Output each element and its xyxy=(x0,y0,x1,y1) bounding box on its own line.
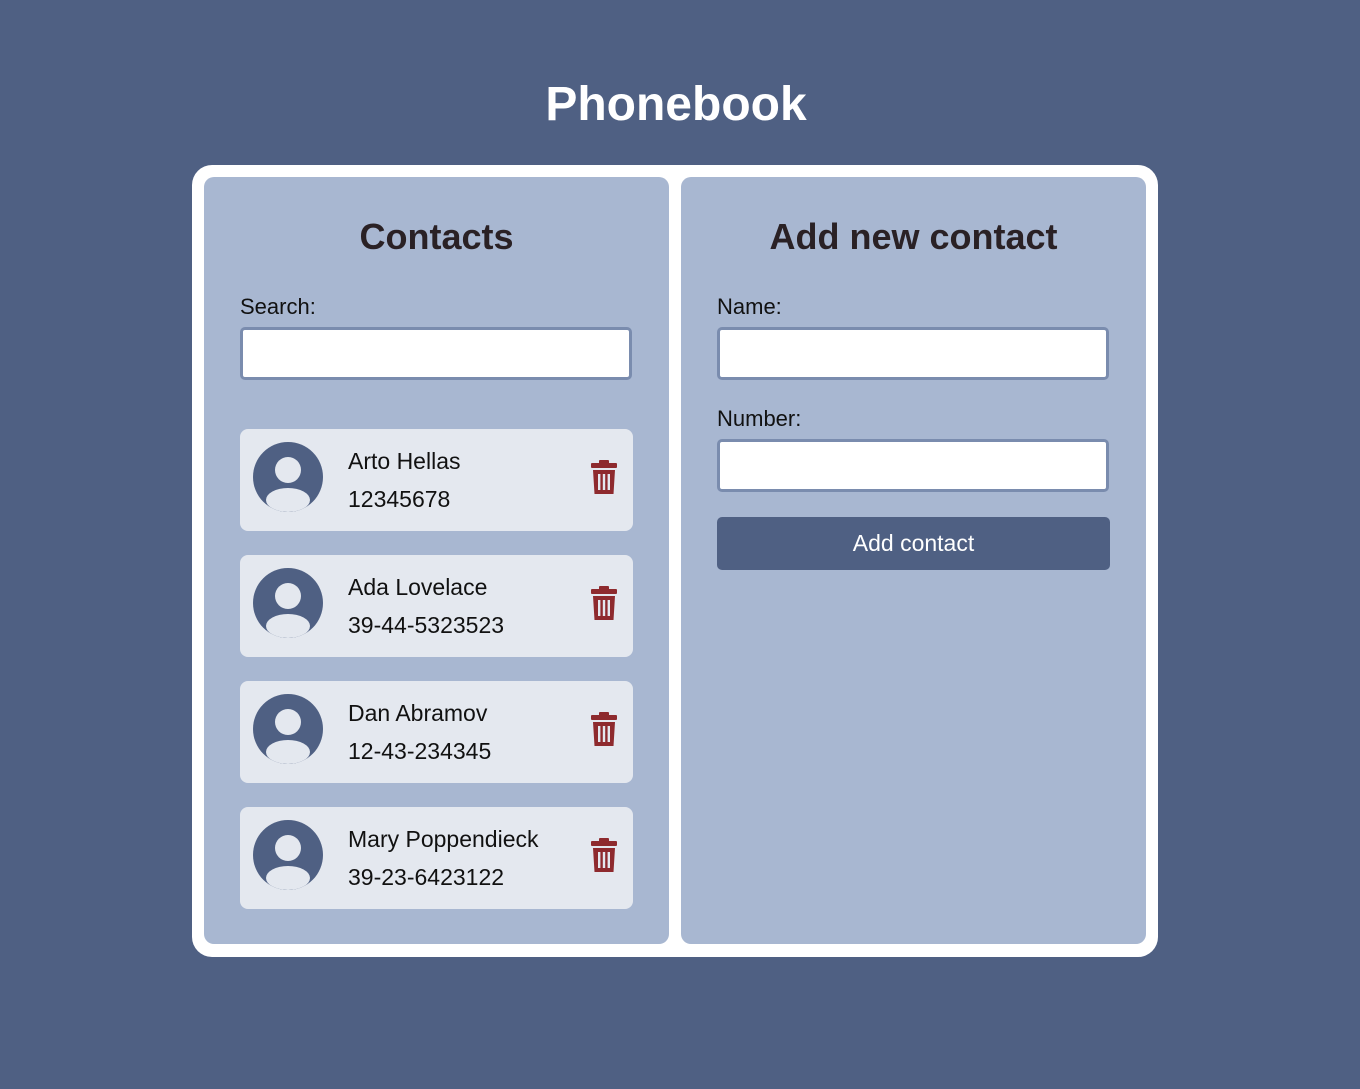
contact-number: 39-44-5323523 xyxy=(348,612,505,638)
add-contact-heading: Add new contact xyxy=(769,216,1058,257)
delete-contact-button[interactable] xyxy=(588,585,620,621)
page-title: Phonebook xyxy=(545,78,807,131)
contact-list: Arto Hellas 12345678 Ada Lovelace 39-44-… xyxy=(240,429,633,933)
trash-icon xyxy=(591,712,617,746)
search-input[interactable] xyxy=(240,327,632,380)
name-label: Name: xyxy=(717,294,782,319)
contact-name: Ada Lovelace xyxy=(348,574,488,600)
name-input[interactable] xyxy=(717,327,1109,380)
trash-icon xyxy=(591,460,617,494)
search-label: Search: xyxy=(240,294,316,319)
delete-contact-button[interactable] xyxy=(588,711,620,747)
user-avatar-icon xyxy=(253,820,323,890)
number-label: Number: xyxy=(717,406,802,431)
trash-icon xyxy=(591,838,617,872)
contacts-panel: Contacts Search: Arto Hellas 12345678 Ad… xyxy=(204,177,669,944)
delete-contact-button[interactable] xyxy=(588,837,620,873)
user-avatar-icon xyxy=(253,694,323,764)
contact-number: 12-43-234345 xyxy=(348,738,492,764)
trash-icon xyxy=(591,586,617,620)
contact-card: Ada Lovelace 39-44-5323523 xyxy=(240,555,633,657)
contacts-heading: Contacts xyxy=(359,216,514,257)
contact-card: Mary Poppendieck 39-23-6423122 xyxy=(240,807,633,909)
contact-name: Arto Hellas xyxy=(348,448,461,474)
contact-name: Mary Poppendieck xyxy=(348,826,539,852)
contact-number: 39-23-6423122 xyxy=(348,864,505,890)
phonebook-card: Contacts Search: Arto Hellas 12345678 Ad… xyxy=(192,165,1158,957)
delete-contact-button[interactable] xyxy=(588,459,620,495)
add-contact-panel: Add new contact Name: Number: Add contac… xyxy=(681,177,1146,944)
add-contact-button[interactable]: Add contact xyxy=(717,517,1110,570)
contact-card: Arto Hellas 12345678 xyxy=(240,429,633,531)
contact-name: Dan Abramov xyxy=(348,700,488,726)
number-input[interactable] xyxy=(717,439,1109,492)
user-avatar-icon xyxy=(253,568,323,638)
contact-number: 12345678 xyxy=(348,486,451,512)
contact-card: Dan Abramov 12-43-234345 xyxy=(240,681,633,783)
user-avatar-icon xyxy=(253,442,323,512)
